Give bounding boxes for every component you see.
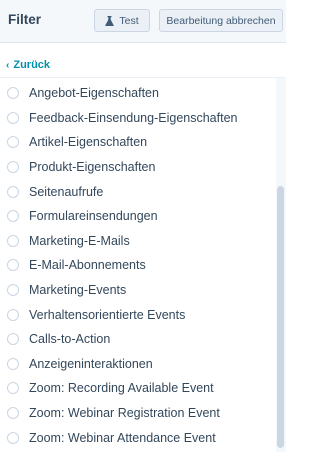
radio-button[interactable]	[7, 308, 19, 321]
list-item-label: Angebot-Eigenschaften	[29, 86, 159, 101]
list-item[interactable]: Anzeigeninteraktionen	[0, 352, 276, 377]
list-item-label: Marketing-Events	[29, 283, 127, 298]
radio-button[interactable]	[7, 259, 19, 272]
header-title: Filter	[8, 12, 42, 27]
list-item[interactable]: Marketing-Events	[0, 278, 276, 303]
filter-header: Filter Test Bearbeitung abbrechen	[0, 0, 286, 43]
filter-panel: Filter Test Bearbeitung abbrechen ‹ Zurü…	[0, 0, 286, 452]
list-item-label: Formulareinsendungen	[29, 209, 158, 224]
radio-button[interactable]	[7, 357, 19, 370]
list-item[interactable]: Zoom: Recording Available Event	[0, 376, 276, 401]
list-item[interactable]: Produkt-Eigenschaften	[0, 155, 276, 180]
back-link-label: Zurück	[13, 59, 51, 71]
radio-button[interactable]	[7, 161, 19, 174]
list-item[interactable]: Artikel-Eigenschaften	[0, 130, 276, 155]
list-item-label: Artikel-Eigenschaften	[29, 135, 148, 150]
radio-button[interactable]	[7, 284, 19, 297]
list-item-label: Calls-to-Action	[29, 332, 111, 347]
radio-button[interactable]	[7, 407, 19, 420]
list-item[interactable]: Formulareinsendungen	[0, 204, 276, 229]
test-button[interactable]: Test	[94, 9, 150, 32]
scrollbar-thumb[interactable]	[277, 186, 284, 448]
list-item-label: Produkt-Eigenschaften	[29, 160, 156, 175]
list-item[interactable]: Angebot-Eigenschaften	[0, 81, 276, 106]
list-item[interactable]: Zoom: Webinar Registration Event	[0, 401, 276, 426]
list-item[interactable]: E-Mail-Abonnements	[0, 253, 276, 278]
radio-button[interactable]	[7, 111, 19, 124]
list-item-label: Marketing-E-Mails	[29, 233, 130, 248]
radio-button[interactable]	[7, 210, 19, 223]
cancel-edit-button-label: Bearbeitung abbrechen	[166, 14, 276, 27]
radio-button[interactable]	[7, 185, 19, 198]
list-item-label: E-Mail-Abonnements	[29, 258, 146, 273]
radio-button[interactable]	[7, 333, 19, 346]
chevron-left-icon: ‹	[6, 59, 10, 71]
radio-button[interactable]	[7, 431, 19, 444]
radio-button[interactable]	[7, 234, 19, 247]
list-item-label: Verhaltensorientierte Events	[29, 307, 186, 322]
radio-button[interactable]	[7, 382, 19, 395]
cancel-edit-button[interactable]: Bearbeitung abbrechen	[159, 9, 283, 32]
list-item-label: Zoom: Recording Available Event	[29, 381, 214, 396]
back-link[interactable]: ‹ Zurück	[6, 59, 50, 71]
list-item-label: Seitenaufrufe	[29, 184, 104, 199]
list-item[interactable]: Feedback-Einsendung-Eigenschaften	[0, 106, 276, 131]
list-item[interactable]: Verhaltensorientierte Events	[0, 302, 276, 327]
list-item-label: Zoom: Webinar Attendance Event	[29, 430, 216, 445]
radio-button[interactable]	[7, 87, 19, 100]
filter-category-list: Angebot-Eigenschaften Feedback-Einsendun…	[0, 81, 276, 450]
test-button-label: Test	[119, 14, 139, 27]
list-item[interactable]: Marketing-E-Mails	[0, 229, 276, 254]
list-item[interactable]: Calls-to-Action	[0, 327, 276, 352]
radio-button[interactable]	[7, 136, 19, 149]
list-item-label: Anzeigeninteraktionen	[29, 356, 153, 371]
flask-icon	[105, 15, 115, 26]
list-item-label: Feedback-Einsendung-Eigenschaften	[29, 110, 238, 125]
list-item[interactable]: Zoom: Webinar Attendance Event	[0, 425, 276, 450]
divider	[0, 77, 286, 78]
list-item-label: Zoom: Webinar Registration Event	[29, 406, 220, 421]
list-item[interactable]: Seitenaufrufe	[0, 179, 276, 204]
